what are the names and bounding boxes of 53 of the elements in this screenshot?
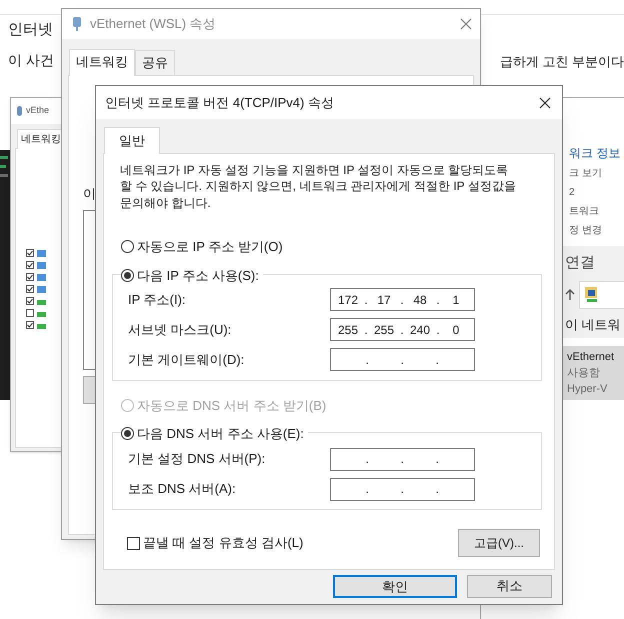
- checkbox[interactable]: [26, 285, 34, 293]
- dialog-title: 인터넷 프로토콜 버전 4(TCP/IPv4) 속성: [105, 94, 335, 112]
- dialog-button[interactable]: 취소: [467, 574, 552, 598]
- section-title: 연결: [565, 253, 596, 273]
- tab[interactable]: 공유: [135, 50, 175, 74]
- ip-address-field[interactable]: 172 . 17 . 48 . 1: [330, 288, 475, 311]
- page-heading: 인터넷: [8, 20, 53, 40]
- tab[interactable]: 일반: [104, 127, 160, 154]
- radio-button[interactable]: [121, 240, 134, 254]
- checkbox[interactable]: [26, 261, 34, 269]
- field-label: 보조 DNS 서버(A):: [128, 480, 237, 498]
- checkbox[interactable]: [26, 321, 34, 329]
- checkbox[interactable]: [26, 273, 34, 281]
- page-text: 이 사건: [8, 50, 54, 70]
- adapter-icon: [17, 106, 22, 116]
- checkbox[interactable]: [26, 297, 34, 305]
- radio-button[interactable]: [121, 427, 134, 440]
- field-label: 기본 게이트웨이(D):: [128, 350, 246, 369]
- page-text: 급하게 고친 부분이다: [500, 52, 624, 70]
- label: 크 보기: [569, 167, 603, 181]
- label: 정 변경: [569, 224, 603, 238]
- advanced-button[interactable]: 고급(V)...: [458, 529, 540, 557]
- address-field[interactable]: [579, 280, 624, 308]
- checkbox-label: 끝낼 때 설정 유효성 검사(L): [143, 534, 304, 552]
- adapter-icon: [72, 16, 82, 32]
- radio-button[interactable]: [121, 268, 134, 282]
- label: 2: [569, 186, 576, 200]
- close-icon[interactable]: [539, 96, 551, 108]
- field-label: 서브넷 마스크(U):: [128, 320, 232, 339]
- checkbox[interactable]: [127, 536, 140, 550]
- radio-label: 다음 IP 주소 사용(S):: [137, 266, 259, 285]
- field-label: IP 주소(I):: [128, 290, 187, 309]
- checkbox[interactable]: [26, 249, 34, 257]
- description-text: 네트워크가 IP 자동 설정 기능을 지원하면 IP 설정이 자동으로 할당되도록 할 수 있습니다. 지원하지 않으면, 네트워크 관리자에게 적절한 IP 설정값을 문의해야 합니다.: [120, 162, 517, 211]
- window-title: vEthe: [26, 104, 50, 118]
- network-icon: [584, 286, 600, 304]
- dialog-button[interactable]: 확인: [333, 574, 457, 598]
- ip-address-field[interactable]: . . .: [330, 478, 475, 500]
- checkbox[interactable]: [26, 309, 34, 317]
- link[interactable]: 워크 정보: [569, 144, 624, 162]
- section-label: 이: [83, 186, 96, 200]
- window-title: vEthernet (WSL) 속성: [90, 15, 217, 34]
- column-header: 이 네트워: [565, 316, 622, 334]
- ip-address-field[interactable]: . . .: [330, 448, 475, 470]
- label: 트워크: [569, 205, 600, 219]
- radio-label: 자동으로 DNS 서버 주소 받기(B): [137, 396, 326, 415]
- tab[interactable]: 네트워킹: [69, 49, 135, 76]
- radio-label: 자동으로 IP 주소 받기(O): [137, 238, 283, 256]
- up-arrow-icon[interactable]: [565, 288, 575, 300]
- field-label: 기본 설정 DNS 서버(P):: [128, 450, 266, 468]
- ip-address-field[interactable]: 255 . 255 . 240 . 0: [330, 318, 475, 341]
- ip-address-field[interactable]: . . .: [330, 348, 475, 371]
- radio-label: 다음 DNS 서버 주소 사용(E):: [137, 425, 304, 443]
